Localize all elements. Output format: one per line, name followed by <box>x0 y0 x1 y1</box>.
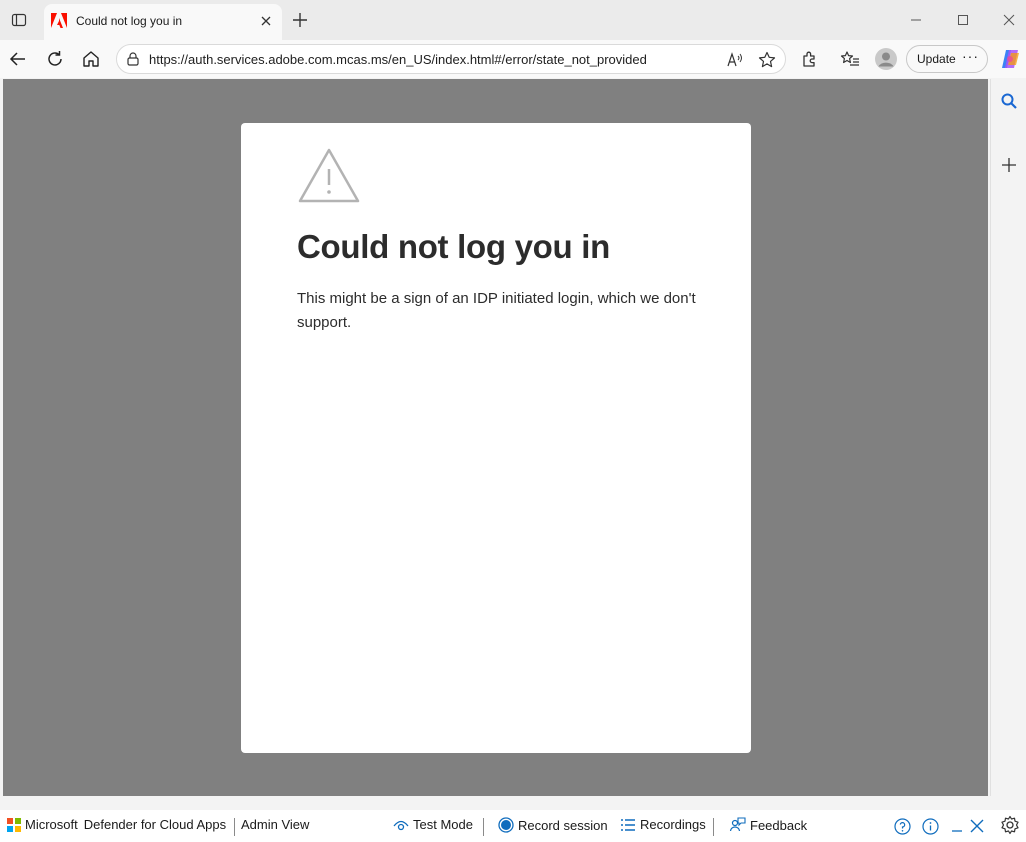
warning-icon <box>297 147 361 205</box>
refresh-icon[interactable] <box>43 47 67 71</box>
mcas-brand: Microsoft Defender for Cloud Apps <box>7 817 226 832</box>
close-bar-icon[interactable] <box>968 817 986 835</box>
info-icon[interactable] <box>921 817 939 835</box>
home-icon[interactable] <box>79 47 103 71</box>
close-tab-icon[interactable] <box>258 13 274 29</box>
new-tab-icon[interactable] <box>290 10 310 30</box>
admin-view-label: Admin View <box>241 817 309 832</box>
divider <box>234 818 235 836</box>
profile-avatar-icon[interactable] <box>874 47 898 71</box>
update-button[interactable]: Update ··· <box>906 45 988 73</box>
eye-icon <box>393 820 409 830</box>
brand-microsoft: Microsoft <box>25 817 78 832</box>
test-mode-label: Test Mode <box>413 817 473 832</box>
divider <box>713 818 714 836</box>
brand-product: Defender for Cloud Apps <box>83 817 227 832</box>
more-options-icon[interactable]: ··· <box>962 48 979 64</box>
favorite-star-icon[interactable] <box>757 50 777 70</box>
extensions-icon[interactable] <box>798 47 822 71</box>
update-label: Update <box>917 52 956 66</box>
minimize-icon[interactable] <box>906 10 926 30</box>
settings-gear-icon[interactable] <box>1000 815 1020 835</box>
adobe-icon <box>50 12 68 30</box>
url-text[interactable]: https://auth.services.adobe.com.mcas.ms/… <box>149 52 647 67</box>
feedback-label: Feedback <box>750 817 808 833</box>
lock-icon[interactable] <box>125 51 141 67</box>
address-bar[interactable]: https://auth.services.adobe.com.mcas.ms/… <box>116 44 786 74</box>
tab-actions-icon[interactable] <box>8 9 30 31</box>
feedback-button[interactable]: Feedback <box>729 817 807 833</box>
title-bar: Could not log you in <box>0 0 1026 40</box>
add-icon[interactable] <box>999 155 1019 175</box>
microsoft-logo-icon <box>7 817 21 832</box>
error-message: This might be a sign of an IDP initiated… <box>297 290 696 331</box>
test-mode-button[interactable]: Test Mode <box>393 817 473 832</box>
mcas-bar: Microsoft Defender for Cloud Apps Admin … <box>0 810 1026 842</box>
list-icon <box>621 818 635 831</box>
close-window-icon[interactable] <box>999 10 1019 30</box>
browser-tab[interactable]: Could not log you in <box>44 4 282 40</box>
favorites-icon[interactable] <box>838 47 862 71</box>
browser-toolbar: https://auth.services.adobe.com.mcas.ms/… <box>0 40 1026 78</box>
search-icon[interactable] <box>999 91 1019 111</box>
page-title: Could not log you in <box>297 228 610 265</box>
admin-view-text: Admin View <box>241 817 310 832</box>
help-icon[interactable] <box>893 817 911 835</box>
record-session-label: Record session <box>518 817 608 833</box>
divider <box>483 818 484 836</box>
read-aloud-icon[interactable] <box>725 50 745 70</box>
tab-title: Could not log you in <box>76 14 183 28</box>
error-card: Could not log you in This might be a sig… <box>241 123 751 753</box>
copilot-icon[interactable] <box>998 47 1022 71</box>
feedback-icon <box>729 817 746 832</box>
back-icon[interactable] <box>6 47 30 71</box>
recordings-button[interactable]: Recordings <box>620 817 706 832</box>
record-session-button[interactable]: Record session <box>498 817 608 833</box>
recordings-label: Recordings <box>640 817 706 832</box>
maximize-icon[interactable] <box>953 10 973 30</box>
page-viewport: Could not log you in This might be a sig… <box>3 79 988 796</box>
separator-band <box>0 796 1026 810</box>
browser-sidebar <box>990 79 1026 796</box>
record-icon <box>498 817 514 833</box>
minimize-bar-icon[interactable] <box>948 817 966 835</box>
